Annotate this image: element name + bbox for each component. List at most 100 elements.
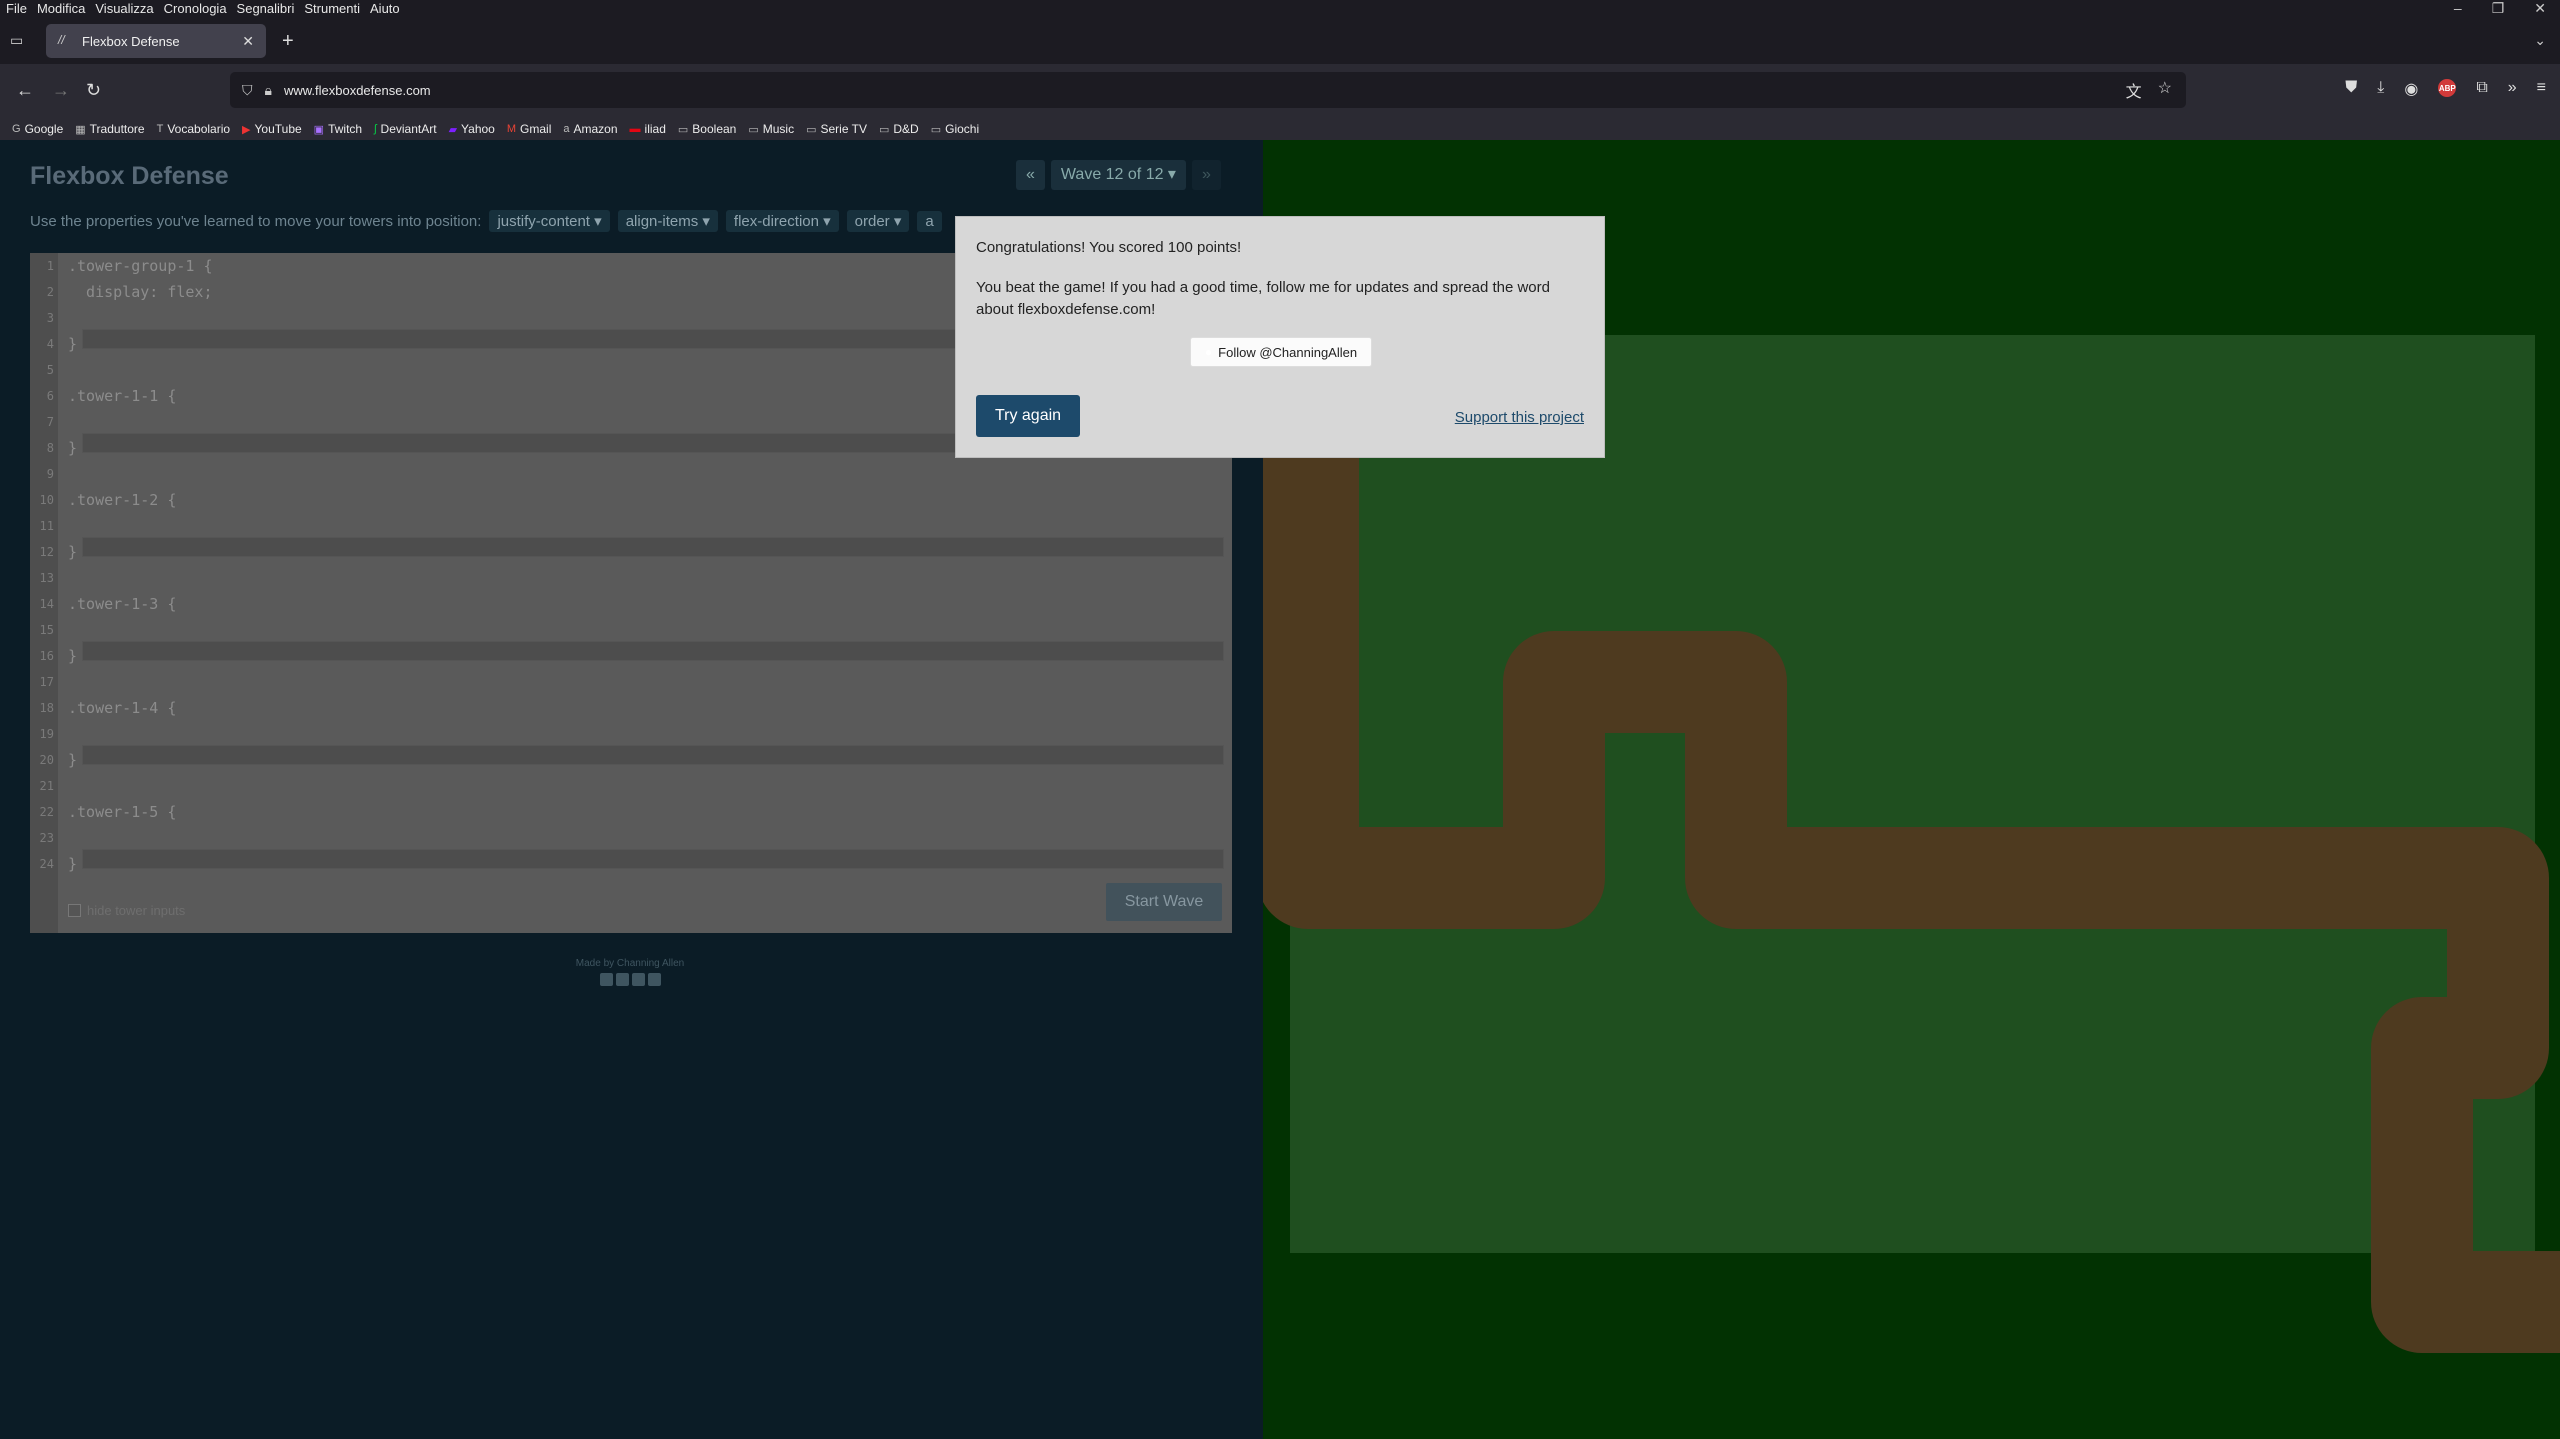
line-number: 14 [39, 597, 54, 611]
minimize-icon[interactable]: – [2454, 0, 2462, 17]
folder-icon: ▭ [930, 123, 942, 136]
close-tab-icon[interactable]: ✕ [242, 33, 254, 50]
new-tab-button[interactable]: + [282, 30, 294, 53]
grass-area [1290, 335, 2535, 1253]
translate-icon: ▦ [75, 123, 86, 136]
bookmark-vocabolario[interactable]: T Vocabolario [157, 118, 230, 140]
line-number: 2 [46, 285, 54, 299]
hide-inputs-label: hide tower inputs [87, 903, 186, 918]
try-again-button[interactable]: Try again [976, 395, 1080, 437]
hamburger-menu-icon[interactable]: ≡ [2537, 79, 2546, 99]
folder-icon: ▭ [677, 123, 689, 136]
line-number: 10 [39, 493, 54, 507]
chevron-down-icon[interactable]: ⌄ [2534, 32, 2546, 49]
line-number: 18 [39, 701, 54, 715]
tower-1-5-input[interactable] [82, 849, 1224, 869]
back-arrow-icon[interactable]: ← [16, 80, 34, 101]
bookmark-gmail[interactable]: M Gmail [507, 118, 552, 140]
credits-text: Made by Channing Allen [575, 958, 685, 969]
download-icon[interactable]: ⤓ [2377, 79, 2384, 99]
property-flex-direction[interactable]: flex-direction ▾ [725, 210, 839, 232]
line-number: 13 [39, 571, 54, 585]
previous-wave-button[interactable]: « [1016, 160, 1045, 190]
line-number-gutter: 1 2 3 4 5 6 7 8 9 10 11 12 13 14 15 16 17 18 19 20 21 22 23 24 [30, 253, 58, 933]
menu-items: File Modifica Visualizza Cronologia Segn… [6, 1, 400, 16]
restore-icon[interactable]: ❐ [2492, 0, 2505, 17]
line-number: 20 [39, 753, 54, 767]
line-number: 12 [39, 545, 54, 559]
adblock-icon[interactable]: ABP [2438, 79, 2457, 97]
score-message: Congratulations! You scored 100 points! [976, 239, 1242, 256]
menu-bookmarks[interactable]: Segnalibri [237, 1, 295, 16]
tab-list-icon[interactable]: ▭ [10, 32, 30, 50]
shield-icon[interactable]: ⛉ [242, 82, 253, 99]
bookmark-deviantart[interactable]: ʃ DeviantArt [374, 118, 436, 140]
amazon-icon: a [563, 123, 570, 135]
property-align-items[interactable]: align-items ▾ [617, 210, 718, 232]
bookmark-folder-serie-tv[interactable]: ▭ Serie TV [806, 118, 867, 140]
line-number: 3 [46, 311, 54, 325]
lock-icon[interactable]: 🔒︎ [265, 82, 272, 99]
menu-tools[interactable]: Strumenti [304, 1, 360, 16]
property-justify-content[interactable]: justify-content ▾ [489, 210, 610, 232]
address-bar[interactable]: ⛉ 🔒︎ www.flexboxdefense.com 文 ☆ [230, 72, 2186, 108]
menu-help[interactable]: Aiuto [370, 1, 400, 16]
support-project-link[interactable]: Support this project [1455, 409, 1584, 426]
pocket-icon[interactable]: ⛊ [2345, 79, 2357, 99]
overflow-chevron-icon[interactable]: » [2508, 79, 2517, 99]
bookmark-youtube[interactable]: ▶ YouTube [242, 118, 302, 140]
url-text[interactable]: www.flexboxdefense.com [284, 83, 431, 98]
line-number: 1 [46, 259, 54, 273]
line-number: 6 [46, 389, 54, 403]
bookmark-iliad[interactable]: ▬ iliad [630, 118, 666, 140]
menu-file[interactable]: File [6, 1, 27, 16]
tower-1-2-input[interactable] [82, 537, 1224, 557]
property-order[interactable]: order ▾ [846, 210, 910, 232]
bookmark-twitch[interactable]: ▣ Twitch [314, 118, 362, 140]
property-align-self[interactable]: a [917, 210, 942, 232]
hide-inputs-checkbox[interactable] [68, 904, 81, 917]
menu-edit[interactable]: Modifica [37, 1, 85, 16]
line-number: 11 [39, 519, 54, 533]
twitch-icon: ▣ [313, 123, 325, 136]
code-line: .tower-1-2 { [68, 491, 177, 509]
twitter-icon[interactable] [615, 973, 629, 986]
menu-history[interactable]: Cronologia [164, 1, 227, 16]
start-wave-button[interactable]: Start Wave [1106, 883, 1222, 921]
account-icon[interactable]: ◉ [2404, 79, 2418, 99]
instructions-text: Use the properties you've learned to mov… [30, 212, 482, 230]
bookmark-amazon[interactable]: a Amazon [563, 118, 617, 140]
follow-twitter-button[interactable]: ● Follow @ChanningAllen [1190, 337, 1372, 367]
bookmark-folder-giochi[interactable]: ▭ Giochi [931, 118, 979, 140]
bookmark-star-icon[interactable]: ☆ [2158, 78, 2172, 102]
toolbar-extensions: ⛊ ⤓ ◉ ABP ⧉ » ≡ [2345, 79, 2546, 99]
tab-flexbox-defense[interactable]: // Flexbox Defense ✕ [46, 24, 266, 58]
bookmark-folder-dnd[interactable]: ▭ D&D [879, 118, 919, 140]
window-controls: – ❐ ✕ [2454, 0, 2546, 17]
forward-arrow-icon[interactable]: → [52, 80, 70, 101]
menu-view[interactable]: Visualizza [95, 1, 153, 16]
code-line: } [68, 543, 78, 561]
close-window-icon[interactable]: ✕ [2534, 0, 2546, 17]
bookmark-yahoo[interactable]: ▰ Yahoo [449, 118, 495, 140]
bookmark-traduttore[interactable]: ▦ Traduttore [75, 118, 144, 140]
code-line: } [68, 439, 78, 457]
bookmark-folder-music[interactable]: ▭ Music [748, 118, 794, 140]
extensions-puzzle-icon[interactable]: ⧉ [2476, 79, 2487, 99]
hide-inputs-toggle[interactable]: hide tower inputs [68, 903, 185, 918]
next-wave-button[interactable]: » [1191, 160, 1221, 190]
line-number: 15 [39, 623, 54, 637]
folder-icon: ▭ [878, 123, 890, 136]
linkedin-icon[interactable] [631, 973, 645, 986]
bookmark-google[interactable]: G Google [12, 118, 63, 140]
code-line: .tower-1-5 { [68, 803, 177, 821]
translate-icon[interactable]: 文 [2126, 78, 2142, 102]
wave-select[interactable]: Wave 12 of 12 ▾ [1050, 160, 1186, 190]
facebook-icon[interactable] [599, 973, 613, 986]
github-icon[interactable] [647, 973, 661, 986]
bookmark-folder-boolean[interactable]: ▭ Boolean [678, 118, 736, 140]
tower-1-3-input[interactable] [82, 641, 1224, 661]
beat-game-message: You beat the game! If you had a good tim… [976, 279, 1550, 318]
tower-1-4-input[interactable] [82, 745, 1224, 765]
reload-icon[interactable]: ↻ [86, 80, 101, 101]
